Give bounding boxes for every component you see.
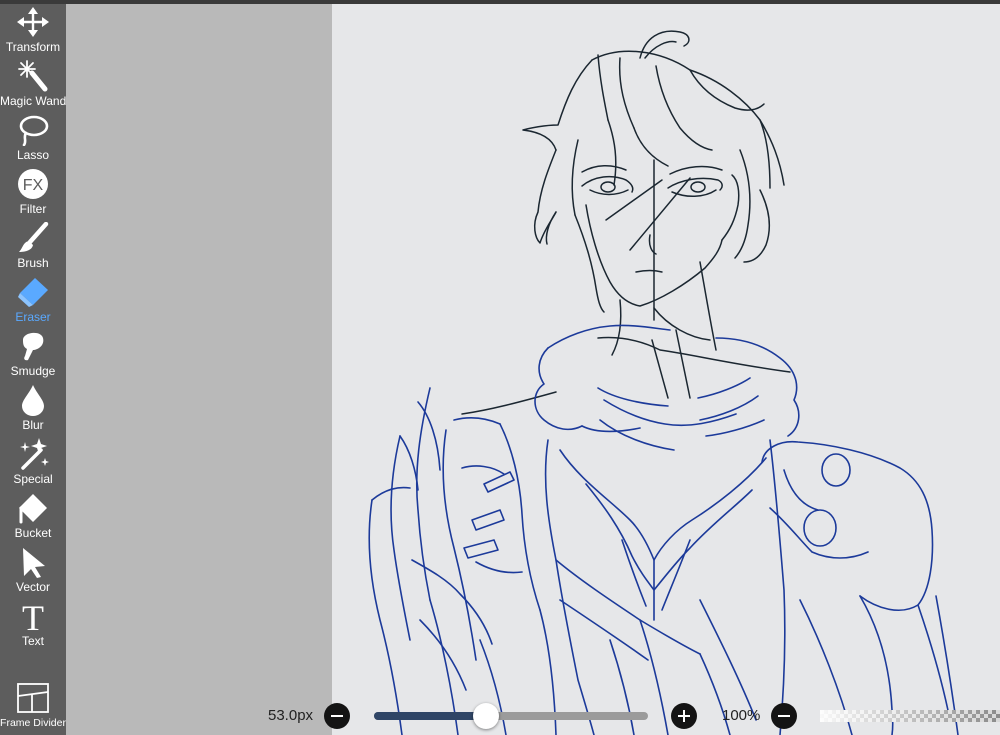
tool-label: Special <box>13 472 53 486</box>
opacity-slider[interactable] <box>820 710 1000 722</box>
canvas-margin <box>66 4 332 735</box>
tool-eraser[interactable]: Eraser <box>0 274 66 328</box>
tool-transform[interactable]: Transform <box>0 4 66 58</box>
text-icon: T <box>22 600 44 632</box>
minus-icon <box>331 715 343 717</box>
tool-smudge[interactable]: Smudge <box>0 328 66 382</box>
sparkle-icon <box>20 438 49 470</box>
brush-controls: 53.0px 100% <box>260 700 1000 735</box>
tool-blur[interactable]: Blur <box>0 382 66 436</box>
tool-label: Lasso <box>16 148 50 162</box>
outfit-sketch <box>368 324 959 735</box>
tool-label: Brush <box>17 256 49 270</box>
text-icon-glyph: T <box>22 600 44 632</box>
sketch-artwork <box>368 30 959 735</box>
fx-icon: FX <box>18 169 48 199</box>
plus-icon <box>678 710 690 722</box>
minus-icon <box>778 715 790 717</box>
opacity-readout: 100% <box>722 707 761 724</box>
frame-divider-icon <box>17 683 49 713</box>
decrease-size-button[interactable] <box>324 703 350 729</box>
fx-icon-text: FX <box>23 177 44 194</box>
move-arrows-icon <box>17 7 49 37</box>
tool-frame-divider[interactable]: Frame Divider <box>0 680 66 734</box>
tool-magic-wand[interactable]: Magic Wand <box>0 58 66 112</box>
tool-label: Bucket <box>14 526 52 540</box>
tool-label: Text <box>21 634 44 648</box>
tool-label: Frame Divider <box>0 717 66 729</box>
tool-label: Magic Wand <box>0 94 67 108</box>
tool-label: Smudge <box>10 364 56 378</box>
eraser-icon <box>18 278 48 307</box>
cursor-arrow-icon <box>23 548 45 578</box>
brush-size-slider[interactable] <box>374 703 648 729</box>
tool-bucket[interactable]: Bucket <box>0 490 66 544</box>
tool-label: Eraser <box>15 310 51 324</box>
tool-sidebar: Transform Magic Wand Lasso FX Filter Bru… <box>0 4 66 735</box>
brush-icon <box>19 222 49 252</box>
smudge-icon <box>23 332 44 361</box>
tool-special[interactable]: Special <box>0 436 66 490</box>
tool-lasso[interactable]: Lasso <box>0 112 66 166</box>
increase-size-button[interactable] <box>671 703 697 729</box>
slider-fill <box>374 712 487 720</box>
drawing-canvas[interactable] <box>332 4 1000 735</box>
face-sketch <box>461 30 791 415</box>
tool-text[interactable]: T Text <box>0 598 66 652</box>
tool-vector[interactable]: Vector <box>0 544 66 598</box>
slider-thumb[interactable] <box>473 703 500 729</box>
tool-label: Vector <box>15 580 51 594</box>
lasso-icon <box>19 115 49 146</box>
magic-wand-icon <box>18 60 48 92</box>
tool-brush[interactable]: Brush <box>0 220 66 274</box>
decrease-opacity-button[interactable] <box>771 703 797 729</box>
tool-label: Filter <box>19 202 47 216</box>
brush-size-readout: 53.0px <box>268 707 314 724</box>
tool-label: Blur <box>22 418 44 432</box>
bucket-icon <box>19 494 47 524</box>
blur-drop-icon <box>22 385 44 416</box>
tool-label: Transform <box>5 40 61 54</box>
tool-filter[interactable]: FX Filter <box>0 166 66 220</box>
